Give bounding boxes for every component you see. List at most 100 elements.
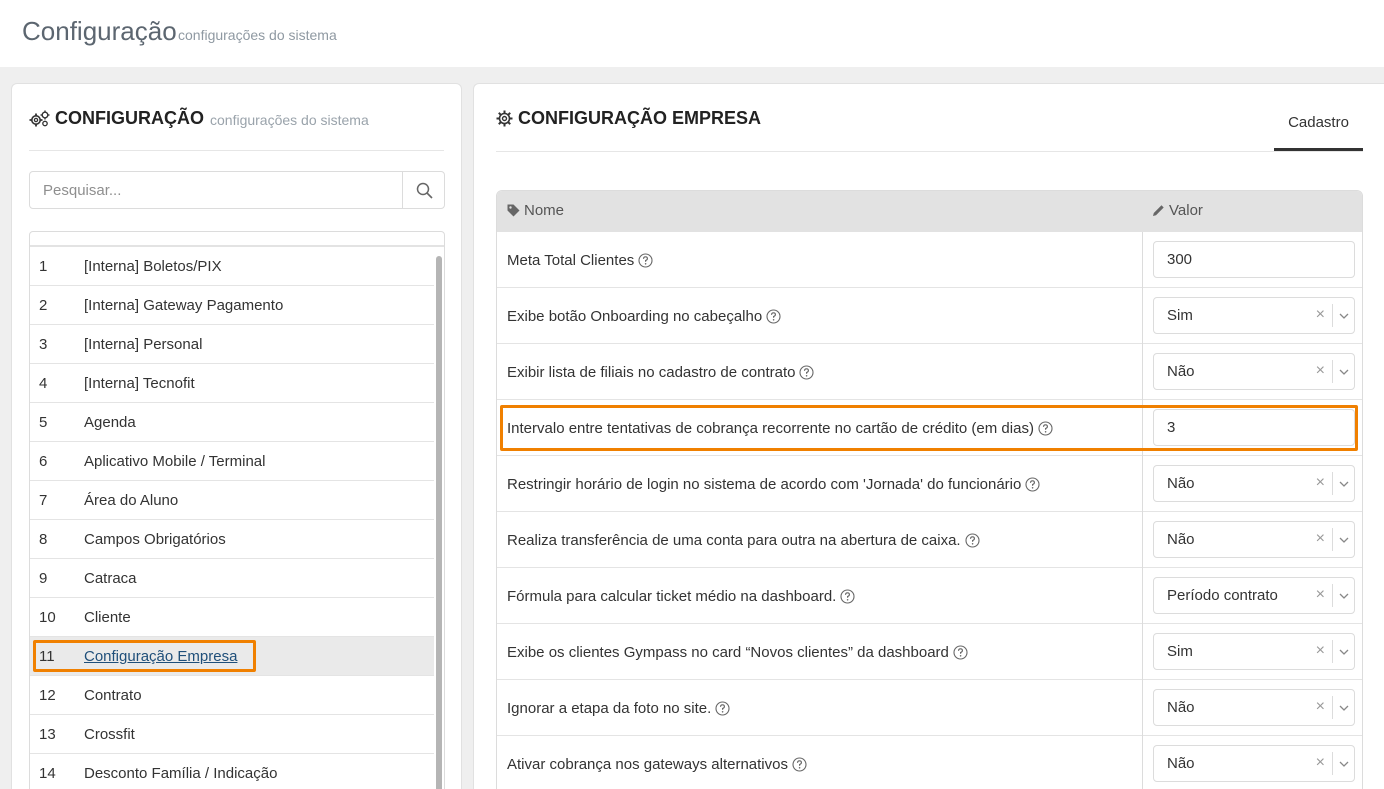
config-list-heading: CONFIGURAÇÃO	[55, 108, 204, 128]
clear-icon[interactable]: ×	[1316, 586, 1325, 604]
chevron-down-icon[interactable]	[1332, 528, 1354, 551]
settings-table: Nome Valor Meta Total Clientes 300 Exibe…	[496, 190, 1363, 789]
item-number: 8	[39, 530, 48, 548]
item-label: [Interna] Boletos/PIX	[84, 257, 222, 275]
tag-icon	[507, 204, 520, 217]
search-button[interactable]	[402, 172, 445, 208]
help-icon[interactable]	[1038, 420, 1053, 436]
help-icon[interactable]	[638, 252, 653, 268]
setting-name: Restringir horário de login no sistema d…	[507, 475, 1022, 493]
column-header-value: Valor	[1152, 202, 1203, 219]
list-item[interactable]: 1 [Interna] Boletos/PIX	[30, 247, 434, 286]
setting-name: Exibir lista de filiais no cadastro de c…	[507, 363, 796, 381]
item-label: Campos Obrigatórios	[84, 530, 226, 548]
setting-name: Intervalo entre tentativas de cobrança r…	[507, 419, 1034, 437]
gears-icon	[29, 110, 50, 128]
item-number: 9	[39, 569, 48, 587]
value-input[interactable]: 3	[1153, 409, 1355, 446]
table-row: Exibir lista de filiais no cadastro de c…	[497, 344, 1362, 400]
setting-name: Exibe os clientes Gympass no card “Novos…	[507, 643, 949, 661]
clear-icon[interactable]: ×	[1316, 642, 1325, 660]
clear-icon[interactable]: ×	[1316, 362, 1325, 380]
chevron-down-icon[interactable]	[1332, 584, 1354, 607]
setting-name: Realiza transferência de uma conta para …	[507, 531, 961, 549]
value-input[interactable]: 300	[1153, 241, 1355, 278]
setting-name: Exibe botão Onboarding no cabeçalho	[507, 307, 763, 325]
chevron-down-icon[interactable]	[1332, 360, 1354, 383]
chevron-down-icon[interactable]	[1332, 304, 1354, 327]
list-item[interactable]: 6 Aplicativo Mobile / Terminal	[30, 442, 434, 481]
item-number: 13	[39, 725, 56, 743]
item-label: Cliente	[84, 608, 131, 626]
help-icon[interactable]	[953, 644, 968, 660]
list-item[interactable]: 12 Contrato	[30, 676, 434, 715]
item-number: 2	[39, 296, 48, 314]
table-header: Nome Valor	[497, 191, 1362, 232]
value-select[interactable]: Período contrato ×	[1153, 577, 1355, 614]
item-label: Agenda	[84, 413, 136, 431]
help-icon[interactable]	[840, 588, 855, 604]
value-select[interactable]: Sim ×	[1153, 297, 1355, 334]
pencil-icon	[1152, 204, 1165, 217]
table-row: Ignorar a etapa da foto no site. Não ×	[497, 680, 1362, 736]
table-row-highlighted: Intervalo entre tentativas de cobrança r…	[497, 400, 1362, 456]
help-icon[interactable]	[965, 532, 980, 548]
config-list-title: CONFIGURAÇÃO configurações do sistema	[29, 108, 369, 129]
tab-cadastro[interactable]: Cadastro	[1274, 112, 1363, 151]
help-icon[interactable]	[766, 308, 781, 324]
table-row: Exibe os clientes Gympass no card “Novos…	[497, 624, 1362, 680]
list-item[interactable]: 2 [Interna] Gateway Pagamento	[30, 286, 434, 325]
value-select[interactable]: Não ×	[1153, 353, 1355, 390]
clear-icon[interactable]: ×	[1316, 530, 1325, 548]
list-item[interactable]: 9 Catraca	[30, 559, 434, 598]
list-item[interactable]: 7 Área do Aluno	[30, 481, 434, 520]
setting-name: Ignorar a etapa da foto no site.	[507, 699, 712, 717]
setting-name: Fórmula para calcular ticket médio na da…	[507, 587, 837, 605]
divider	[29, 150, 444, 151]
chevron-down-icon[interactable]	[1332, 752, 1354, 775]
item-label: Catraca	[84, 569, 137, 587]
list-item[interactable]: 5 Agenda	[30, 403, 434, 442]
clear-icon[interactable]: ×	[1316, 754, 1325, 772]
item-number: 6	[39, 452, 48, 470]
item-number: 14	[39, 764, 56, 782]
divider	[496, 151, 1363, 152]
item-label: Área do Aluno	[84, 491, 179, 509]
value-select[interactable]: Não ×	[1153, 745, 1355, 782]
search-input[interactable]	[30, 172, 402, 208]
config-list-panel: CONFIGURAÇÃO configurações do sistema 1 […	[11, 83, 462, 789]
table-row: Fórmula para calcular ticket médio na da…	[497, 568, 1362, 624]
item-label: [Interna] Tecnofit	[84, 374, 195, 392]
help-icon[interactable]	[715, 700, 730, 716]
scrollbar[interactable]	[436, 256, 442, 789]
value-select[interactable]: Não ×	[1153, 521, 1355, 558]
list-item[interactable]: 10 Cliente	[30, 598, 434, 637]
help-icon[interactable]	[792, 756, 807, 772]
value-select[interactable]: Não ×	[1153, 465, 1355, 502]
setting-name: Ativar cobrança nos gateways alternativo…	[507, 755, 788, 773]
detail-heading: CONFIGURAÇÃO EMPRESA	[518, 108, 762, 128]
table-row: Exibe botão Onboarding no cabeçalho Sim ×	[497, 288, 1362, 344]
table-row: Restringir horário de login no sistema d…	[497, 456, 1362, 512]
chevron-down-icon[interactable]	[1332, 640, 1354, 663]
item-label: [Interna] Gateway Pagamento	[84, 296, 284, 314]
clear-icon[interactable]: ×	[1316, 698, 1325, 716]
chevron-down-icon[interactable]	[1332, 696, 1354, 719]
chevron-down-icon[interactable]	[1332, 472, 1354, 495]
list-item[interactable]: 8 Campos Obrigatórios	[30, 520, 434, 559]
item-number: 7	[39, 491, 48, 509]
page-subtitle: configurações do sistema	[178, 27, 337, 43]
list-item-selected[interactable]: 11 Configuração Empresa	[30, 637, 434, 676]
list-item[interactable]: 3 [Interna] Personal	[30, 325, 434, 364]
help-icon[interactable]	[1025, 476, 1040, 492]
list-item[interactable]: 4 [Interna] Tecnofit	[30, 364, 434, 403]
gear-icon	[496, 110, 513, 127]
clear-icon[interactable]: ×	[1316, 306, 1325, 324]
list-item[interactable]: 13 Crossfit	[30, 715, 434, 754]
value-select[interactable]: Não ×	[1153, 689, 1355, 726]
item-number: 5	[39, 413, 48, 431]
help-icon[interactable]	[799, 364, 815, 380]
clear-icon[interactable]: ×	[1316, 474, 1325, 492]
list-item[interactable]: 14 Desconto Família / Indicação	[30, 754, 434, 789]
value-select[interactable]: Sim ×	[1153, 633, 1355, 670]
